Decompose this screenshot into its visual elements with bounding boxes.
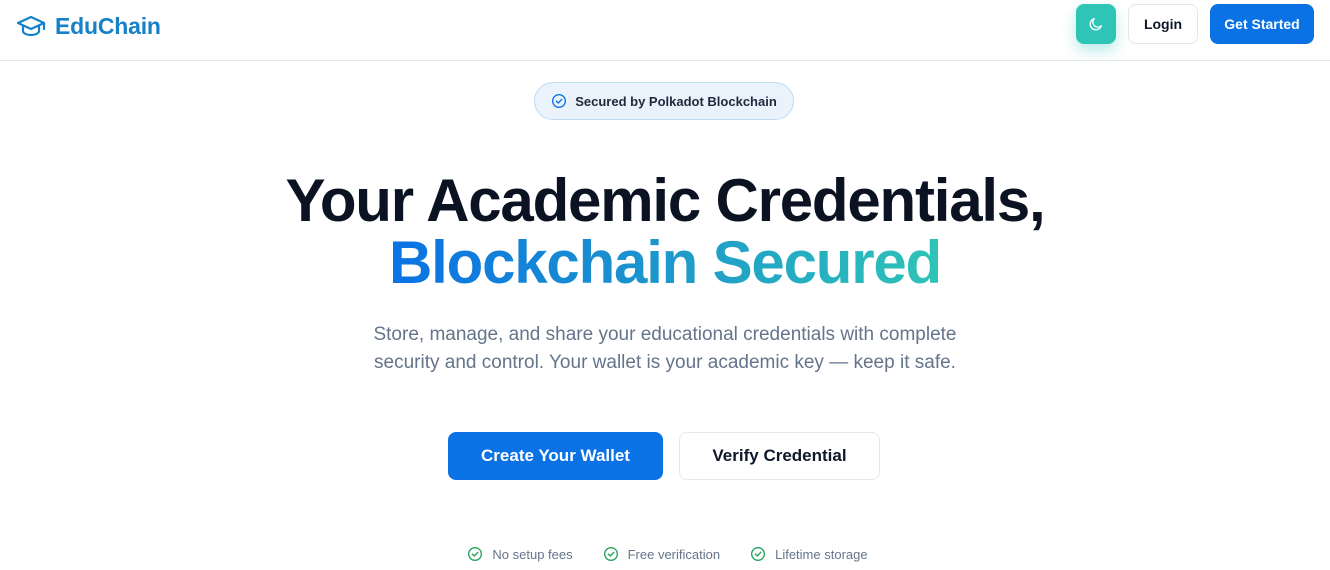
hero-subtitle-line-1: Store, manage, and share your educationa… — [373, 324, 957, 345]
feature-list: No setup fees Free verification Lifetime… — [0, 544, 1330, 564]
get-started-button[interactable]: Get Started — [1210, 4, 1314, 44]
hero-subtitle: Store, manage, and share your educationa… — [340, 321, 990, 377]
hero-subtitle-line-2: security and control. Your wallet is you… — [374, 352, 956, 373]
brand-logo[interactable]: EduChain — [16, 12, 161, 40]
security-badge: Secured by Polkadot Blockchain — [534, 82, 794, 120]
graduation-cap-icon — [16, 15, 46, 37]
hero-headline-highlight: Blockchain Secured — [0, 232, 1330, 294]
moon-icon — [1089, 18, 1102, 31]
verify-credential-button[interactable]: Verify Credential — [679, 432, 880, 480]
hero-headline: Your Academic Credentials, — [285, 167, 1045, 234]
check-circle-icon — [603, 547, 618, 561]
check-circle-icon — [552, 94, 567, 108]
feature-label: Lifetime storage — [775, 546, 868, 562]
check-circle-icon — [751, 547, 766, 561]
feature-item: Lifetime storage — [750, 544, 868, 564]
feature-label: Free verification — [627, 546, 721, 562]
check-circle-icon — [468, 547, 483, 561]
theme-toggle-button[interactable] — [1076, 4, 1116, 44]
feature-item: No setup fees — [467, 544, 573, 564]
brand-name: EduChain — [55, 12, 161, 39]
navbar: EduChain Login Get Started — [0, 0, 1330, 61]
feature-label: No setup fees — [492, 546, 573, 562]
hero-headline-gradient-text: Blockchain Secured — [389, 229, 942, 296]
security-badge-text: Secured by Polkadot Blockchain — [575, 93, 777, 109]
feature-item: Free verification — [603, 544, 720, 564]
create-wallet-button[interactable]: Create Your Wallet — [448, 432, 663, 480]
login-button[interactable]: Login — [1128, 4, 1198, 44]
